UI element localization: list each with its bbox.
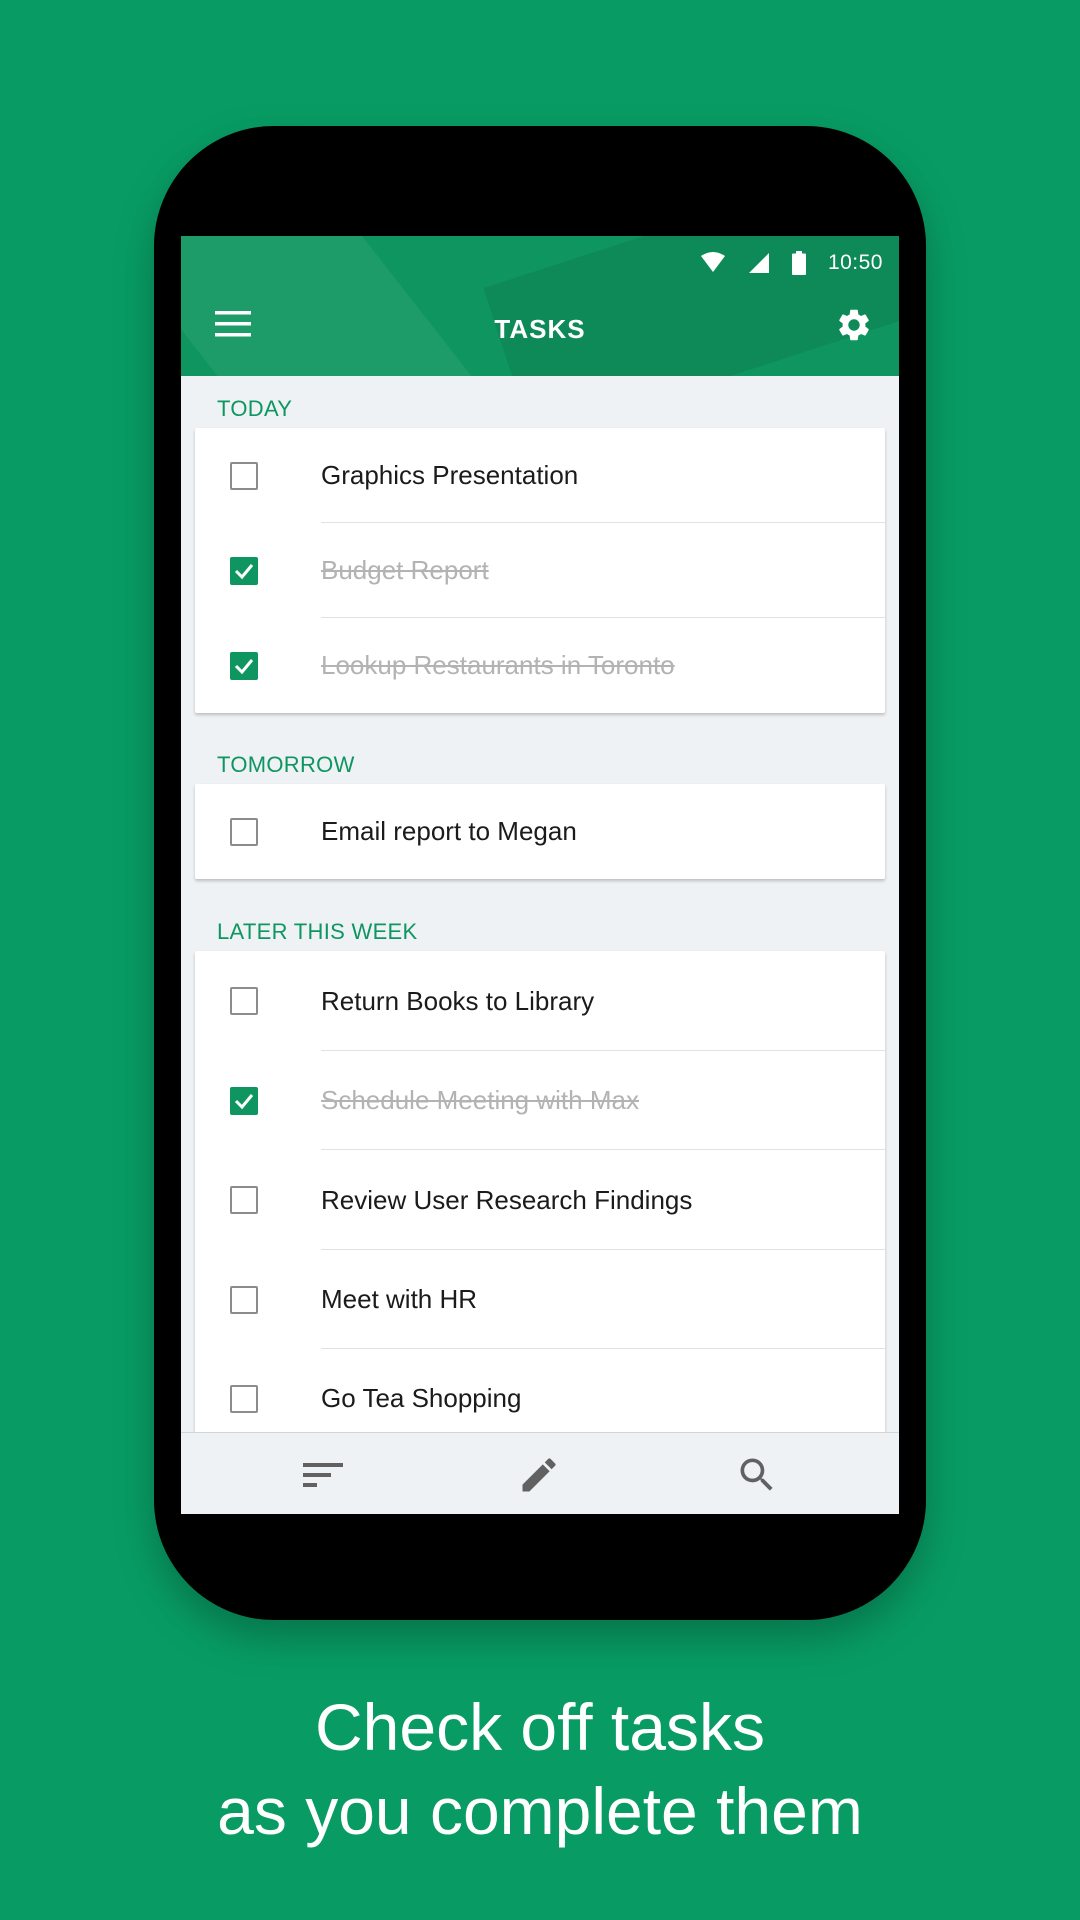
task-row[interactable]: Go Tea Shopping [195, 1349, 885, 1432]
caption-line-2: as you complete them [217, 1774, 863, 1848]
task-label: Email report to Megan [321, 816, 577, 846]
task-checkbox[interactable] [230, 817, 258, 846]
task-label: Return Books to Library [321, 985, 595, 1016]
section-header-tomorrow: TOMORROW [217, 752, 355, 777]
check-icon [234, 563, 254, 579]
caption-line-1: Check off tasks [315, 1690, 765, 1764]
task-label: Lookup Restaurants in Toronto [321, 650, 675, 680]
gear-icon [839, 309, 869, 341]
task-checkbox[interactable] [230, 1086, 258, 1115]
task-row[interactable]: Graphics Presentation [195, 428, 885, 523]
search-button[interactable] [735, 1453, 781, 1497]
task-checkbox[interactable] [230, 556, 258, 585]
task-row[interactable]: Meet with HR [195, 1250, 885, 1349]
app-bar: 10:50 TASKS [181, 236, 899, 376]
check-icon [234, 1093, 254, 1109]
task-row[interactable]: Review User Research Findings [195, 1150, 885, 1250]
task-card-later-this-week: Return Books to Library Schedule Meeting… [195, 951, 885, 1432]
task-row[interactable]: Schedule Meeting with Max [195, 1051, 885, 1150]
edit-icon [522, 1458, 556, 1492]
task-card-today: Graphics Presentation Budget Report Look… [195, 428, 885, 713]
task-checkbox[interactable] [230, 1285, 258, 1314]
appbar-decoration [181, 236, 542, 376]
cell-signal-icon [748, 253, 769, 273]
task-list: TODAY Graphics Presentation Budget Repor… [181, 376, 899, 1432]
sort-button[interactable] [301, 1453, 347, 1497]
task-row[interactable]: Email report to Megan [195, 784, 885, 879]
settings-button[interactable] [835, 306, 875, 346]
task-label: Budget Report [321, 555, 489, 585]
section-header-later-this-week: LATER THIS WEEK [217, 919, 418, 944]
task-label: Meet with HR [321, 1284, 478, 1314]
task-checkbox[interactable] [230, 1186, 258, 1214]
wifi-icon [700, 252, 725, 272]
sort-icon [303, 1463, 343, 1487]
new-task-button[interactable] [517, 1453, 563, 1497]
task-checkbox[interactable] [230, 1384, 258, 1413]
task-checkbox[interactable] [230, 461, 258, 490]
task-row[interactable]: Budget Report [195, 523, 885, 618]
section-header-today: TODAY [217, 396, 293, 421]
task-checkbox[interactable] [230, 987, 258, 1015]
app-screen: 10:50 TASKS TODAY Graphics Presentation … [181, 236, 899, 1514]
task-label: Review User Research Findings [321, 1184, 693, 1215]
status-bar: 10:50 [700, 246, 883, 280]
status-time: 10:50 [827, 251, 883, 274]
task-label: Go Tea Shopping [321, 1383, 522, 1413]
battery-icon [791, 251, 806, 275]
task-checkbox[interactable] [230, 651, 258, 680]
task-label: Graphics Presentation [321, 460, 579, 490]
task-row[interactable]: Lookup Restaurants in Toronto [195, 618, 885, 713]
search-icon [740, 1458, 773, 1491]
check-icon [234, 658, 254, 674]
task-card-tomorrow: Email report to Megan [195, 784, 885, 879]
bottom-action-bar [181, 1432, 899, 1514]
task-label: Schedule Meeting with Max [321, 1085, 639, 1115]
task-row[interactable]: Return Books to Library [195, 951, 885, 1051]
page-title: TASKS [494, 314, 586, 344]
phone-frame: 10:50 TASKS TODAY Graphics Presentation … [154, 126, 926, 1620]
